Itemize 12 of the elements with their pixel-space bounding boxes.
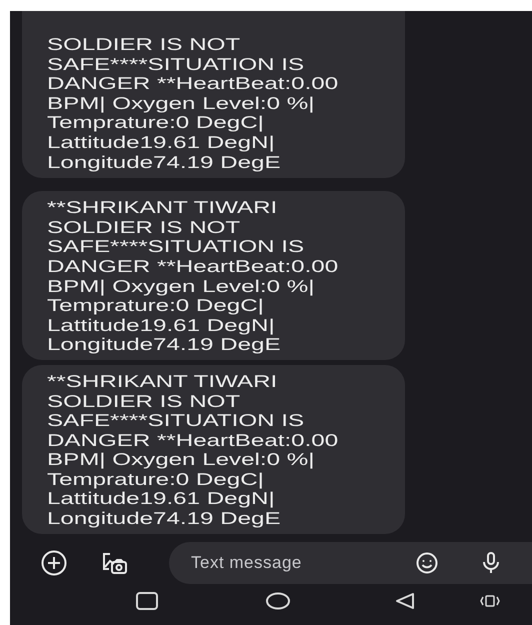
add-icon[interactable] bbox=[41, 550, 67, 576]
message-input-field[interactable]: Text message bbox=[169, 542, 532, 584]
microphone-icon[interactable] bbox=[482, 552, 500, 574]
rotate-icon[interactable] bbox=[479, 594, 501, 608]
gallery-camera-icon[interactable] bbox=[101, 550, 127, 576]
message-text: SOLDIER IS NOT SAFE****SITUATION IS DANGER **HeartBeat:0.00 BPM| Oxygen Level:0 %| Temprature:0 DegC| Lattitude19.61 DegN| Longitude74.19 DegE bbox=[47, 35, 340, 172]
home-icon[interactable] bbox=[266, 592, 290, 610]
message-text: **SHRIKANT TIWARI SOLDIER IS NOT SAFE****SITUATION IS DANGER **HeartBeat:0.00 BPM| Oxygen Level:0 %| Temprature:0 DegC| Lattitude19.61 DegN| Longitude74.19 DegE bbox=[47, 198, 340, 355]
message-text: **SHRIKANT TIWARI SOLDIER IS NOT SAFE****SITUATION IS DANGER **HeartBeat:0.00 BPM| Oxygen Level:0 %| Temprature:0 DegC| Lattitude19.61 DegN| Longitude74.19 DegE bbox=[47, 372, 340, 529]
recents-icon[interactable] bbox=[136, 592, 158, 610]
back-icon[interactable] bbox=[395, 592, 415, 610]
emoji-icon[interactable] bbox=[416, 552, 438, 574]
